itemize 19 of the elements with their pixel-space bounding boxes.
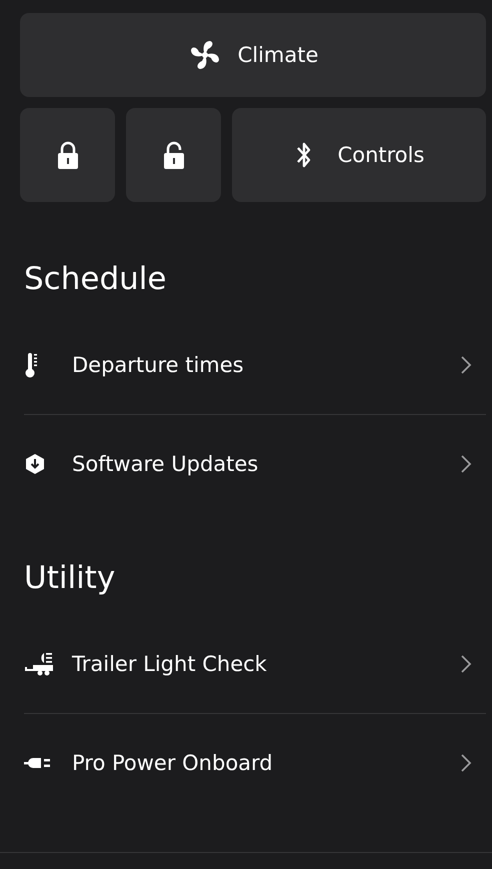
section-heading: Utility — [23, 559, 116, 598]
trailer-icon — [24, 651, 54, 677]
chevron-icon — [460, 355, 472, 375]
section-heading: Schedule — [23, 260, 168, 299]
padlock-icon — [56, 140, 80, 170]
lock-button[interactable] — [20, 108, 115, 202]
thermometer-icon — [24, 352, 40, 378]
climate-button[interactable]: Climate — [20, 13, 486, 97]
unlock-button[interactable] — [126, 108, 221, 202]
controls-button[interactable]: Controls — [232, 108, 486, 202]
menu-item[interactable]: Software Updates — [0, 415, 492, 513]
menu-item[interactable]: Pro Power Onboard — [0, 714, 492, 812]
chevron-icon — [460, 753, 472, 773]
menu-item[interactable]: Trailer Light Check — [0, 615, 492, 713]
chevron-icon — [460, 654, 472, 674]
download-icon — [24, 453, 46, 475]
menu-item[interactable]: Departure times — [0, 316, 492, 414]
chevron-icon — [460, 454, 472, 474]
open-padlock-icon — [162, 140, 186, 170]
